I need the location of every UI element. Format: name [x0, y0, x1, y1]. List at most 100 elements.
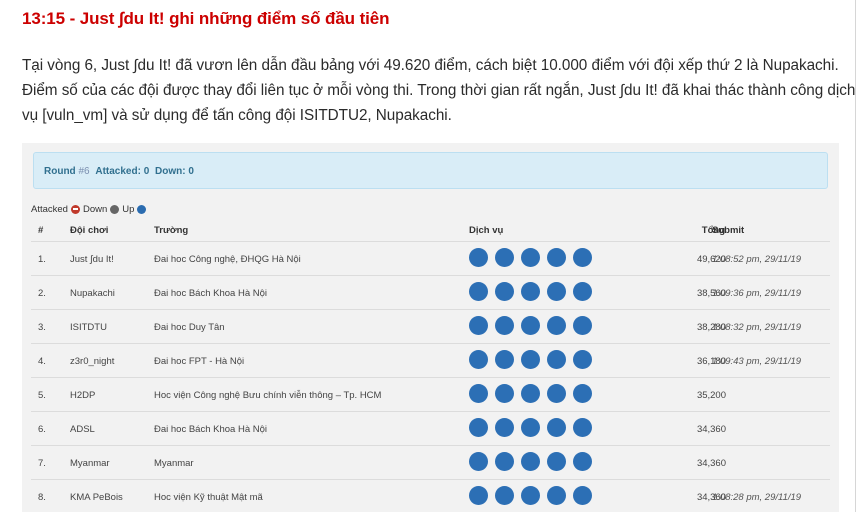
service-up-icon	[469, 248, 488, 267]
team-score: 34,360	[696, 424, 726, 435]
table-header: # Đội chơi Trường Dịch vụ Tổng Submit	[31, 219, 830, 241]
service-up-icon	[547, 486, 566, 505]
team-name: z3r0_night	[70, 356, 115, 367]
row-num: 7.	[38, 458, 46, 469]
service-up-icon	[573, 452, 592, 471]
service-up-icon	[495, 486, 514, 505]
submit-time: 1:09:43 pm, 29/11/19	[712, 356, 802, 367]
service-up-icon	[495, 282, 514, 301]
team-name: ISITDTU	[70, 322, 107, 333]
down-dot-icon	[110, 205, 120, 214]
school-name: Đai hoc Duy Tân	[154, 322, 225, 333]
service-up-icon	[573, 350, 592, 369]
service-up-icon	[521, 350, 540, 369]
table-row: 5. H2DP Hoc viện Công nghệ Bưu chính viễn …	[31, 377, 830, 412]
service-up-icon	[495, 452, 514, 471]
school-name: Đai hoc Công nghệ, ĐHQG Hà Nội	[154, 254, 301, 265]
row-num: 1.	[38, 254, 46, 265]
service-up-icon	[495, 248, 514, 267]
service-up-icon	[547, 282, 566, 301]
school-name: Hoc viện Kỹ thuật Mật mã	[154, 492, 263, 503]
row-num: 4.	[38, 356, 46, 367]
service-up-icon	[521, 452, 540, 471]
team-name: KMA PeBois	[70, 492, 123, 503]
table-row: 1. Just ∫du It! Đai hoc Công nghệ, ĐHQG Hà…	[31, 241, 830, 276]
service-up-icon	[521, 316, 540, 335]
round-number: #6	[78, 166, 90, 177]
service-up-icon	[547, 350, 566, 369]
service-up-icon	[521, 418, 540, 437]
service-up-icon	[547, 316, 566, 335]
service-up-icon	[573, 248, 592, 267]
service-up-icon	[469, 418, 488, 437]
service-status-group	[469, 452, 592, 471]
service-status-group	[469, 316, 592, 335]
row-num: 8.	[38, 492, 46, 503]
service-up-icon	[495, 316, 514, 335]
down-value: 0	[188, 166, 194, 177]
team-name: H2DP	[70, 390, 96, 401]
submit-time: 1:08:32 pm, 29/11/19	[712, 322, 802, 333]
service-up-icon	[547, 248, 566, 267]
team-name: Nupakachi	[70, 288, 115, 299]
service-up-icon	[573, 316, 592, 335]
team-name: Just ∫du It!	[70, 254, 114, 265]
school-name: Đai hoc Bách Khoa Hà Nội	[154, 424, 268, 435]
service-up-icon	[469, 452, 488, 471]
round-info-box: Round #6 Attacked: 0 Down: 0	[33, 152, 828, 189]
team-score: 35,200	[696, 390, 726, 401]
service-up-icon	[495, 418, 514, 437]
status-legend: Attacked Down Up	[31, 204, 147, 215]
service-up-icon	[469, 384, 488, 403]
row-num: 2.	[38, 288, 46, 299]
up-dot-icon	[137, 205, 147, 214]
table-row: 3. ISITDTU Đai hoc Duy Tân 38,280 1:08:32 pm…	[31, 309, 830, 344]
school-name: Đai hoc Bách Khoa Hà Nội	[154, 288, 268, 299]
service-status-group	[469, 248, 592, 267]
header-services: Dịch vụ	[469, 225, 504, 236]
article-headline: 13:15 - Just ∫du It! ghi những điểm số đ…	[22, 9, 390, 28]
service-up-icon	[573, 384, 592, 403]
service-up-icon	[469, 282, 488, 301]
service-up-icon	[573, 282, 592, 301]
team-score: 34,360	[696, 458, 726, 469]
school-name: Hoc viện Công nghệ Bưu chính viễn thông …	[154, 390, 382, 401]
legend-up-label: Up	[122, 204, 135, 215]
service-status-group	[469, 486, 592, 505]
submit-time: 1:08:52 pm, 29/11/19	[712, 254, 802, 265]
school-name: Đai hoc FPT - Hà Nội	[154, 356, 245, 367]
service-status-group	[469, 350, 592, 369]
school-name: Myanmar	[154, 458, 194, 469]
submit-time: 1:08:28 pm, 29/11/19	[712, 492, 802, 503]
legend-down-label: Down	[82, 204, 108, 215]
header-submit: Submit	[712, 225, 745, 236]
table-row: 4. z3r0_night Đai hoc FPT - Hà Nội 36,180 1:…	[31, 343, 830, 378]
article-paragraph: Tại vòng 6, Just ∫du It! đã vươn lên dẫn…	[22, 57, 856, 124]
service-up-icon	[469, 316, 488, 335]
team-name: ADSL	[70, 424, 95, 435]
row-num: 6.	[38, 424, 46, 435]
table-row: 7. Myanmar Myanmar 34,360	[31, 445, 830, 480]
scoreboard-screenshot: Round #6 Attacked: 0 Down: 0 Attacked Do…	[22, 143, 839, 512]
service-up-icon	[495, 350, 514, 369]
row-num: 3.	[38, 322, 46, 333]
service-status-group	[469, 282, 592, 301]
legend-attacked-label: Attacked	[31, 204, 68, 215]
attacked-label: Attacked:	[95, 166, 141, 177]
service-status-group	[469, 418, 592, 437]
service-up-icon	[521, 486, 540, 505]
service-up-icon	[573, 418, 592, 437]
service-up-icon	[495, 384, 514, 403]
team-name: Myanmar	[70, 458, 110, 469]
submit-time: 1:09:36 pm, 29/11/19	[712, 288, 802, 299]
table-row: 2. Nupakachi Đai hoc Bách Khoa Hà Nội 38,56…	[31, 275, 830, 310]
service-up-icon	[521, 248, 540, 267]
service-up-icon	[547, 384, 566, 403]
header-team: Đội chơi	[70, 225, 109, 236]
table-row: 8. KMA PeBois Hoc viện Kỹ thuật Mật mã 34,3…	[31, 479, 830, 512]
table-row: 6. ADSL Đai hoc Bách Khoa Hà Nội 34,360	[31, 411, 830, 446]
service-up-icon	[469, 350, 488, 369]
row-num: 5.	[38, 390, 46, 401]
service-up-icon	[547, 452, 566, 471]
attacked-value: 0	[143, 166, 150, 177]
